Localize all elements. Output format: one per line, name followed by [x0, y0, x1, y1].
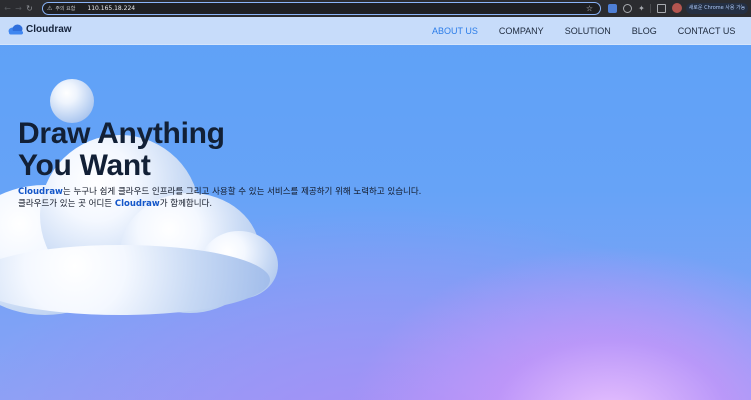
avatar[interactable] [672, 3, 682, 13]
back-icon[interactable]: ← [2, 0, 13, 17]
site-logo[interactable]: Cloudraw [8, 24, 72, 35]
translate-icon[interactable] [608, 4, 617, 13]
security-warning-label[interactable]: 주의 요함 [55, 5, 75, 12]
nav-solution[interactable]: SOLUTION [565, 26, 611, 36]
browser-toolbar: ← → ↻ ⚠ 주의 요함 110.165.18.224 ☆ ✦ 새로운 Chr… [0, 0, 751, 17]
hero-description: Cloudraw는 누구나 쉽게 클라우드 인프라를 그리고 사용할 수 있는 … [18, 186, 478, 210]
extension-icon[interactable] [623, 4, 632, 13]
brand-name: Cloudraw [18, 187, 63, 197]
toolbar-divider [650, 4, 651, 13]
logo-text: Cloudraw [26, 24, 72, 35]
nav-company[interactable]: COMPANY [499, 26, 544, 36]
hero-description-line1: Cloudraw는 누구나 쉽게 클라우드 인프라를 그리고 사용할 수 있는 … [18, 186, 478, 198]
hero-title-line1: Draw Anything [18, 117, 225, 150]
hero-description-text: 가 함께합니다. [159, 199, 213, 209]
forward-icon[interactable]: → [13, 0, 24, 17]
puzzle-icon[interactable]: ✦ [637, 4, 646, 13]
new-chrome-button[interactable]: 새로운 Chrome 사용 가능 [686, 3, 748, 14]
nav-contact-us[interactable]: CONTACT US [678, 26, 736, 36]
main-menu: ABOUT US COMPANY SOLUTION BLOG CONTACT U… [432, 17, 735, 45]
site-navbar: Cloudraw ABOUT US COMPANY SOLUTION BLOG … [0, 17, 751, 45]
hero-description-text: 는 누구나 쉽게 클라우드 인프라를 그리고 사용할 수 있는 서비스를 제공하… [62, 187, 422, 197]
address-bar[interactable]: ⚠ 주의 요함 110.165.18.224 ☆ [42, 2, 601, 15]
url-text[interactable]: 110.165.18.224 [87, 5, 135, 12]
warning-icon[interactable]: ⚠ [47, 5, 52, 12]
nav-about-us[interactable]: ABOUT US [432, 26, 478, 36]
star-icon[interactable]: ☆ [586, 4, 593, 14]
side-panel-icon[interactable] [657, 4, 666, 13]
hero-description-text: 클라우드가 있는 곳 어디든 [18, 199, 115, 209]
reload-icon[interactable]: ↻ [24, 0, 35, 17]
hero-title-line2: You Want [18, 149, 151, 182]
hero-title: Draw Anything You Want [18, 118, 418, 182]
page-viewport: Cloudraw ABOUT US COMPANY SOLUTION BLOG … [0, 17, 751, 400]
cloud-logo-icon [8, 24, 23, 35]
hero-description-line2: 클라우드가 있는 곳 어디든 Cloudraw가 함께합니다. [18, 198, 478, 210]
brand-name: Cloudraw [114, 199, 160, 209]
nav-blog[interactable]: BLOG [632, 26, 657, 36]
